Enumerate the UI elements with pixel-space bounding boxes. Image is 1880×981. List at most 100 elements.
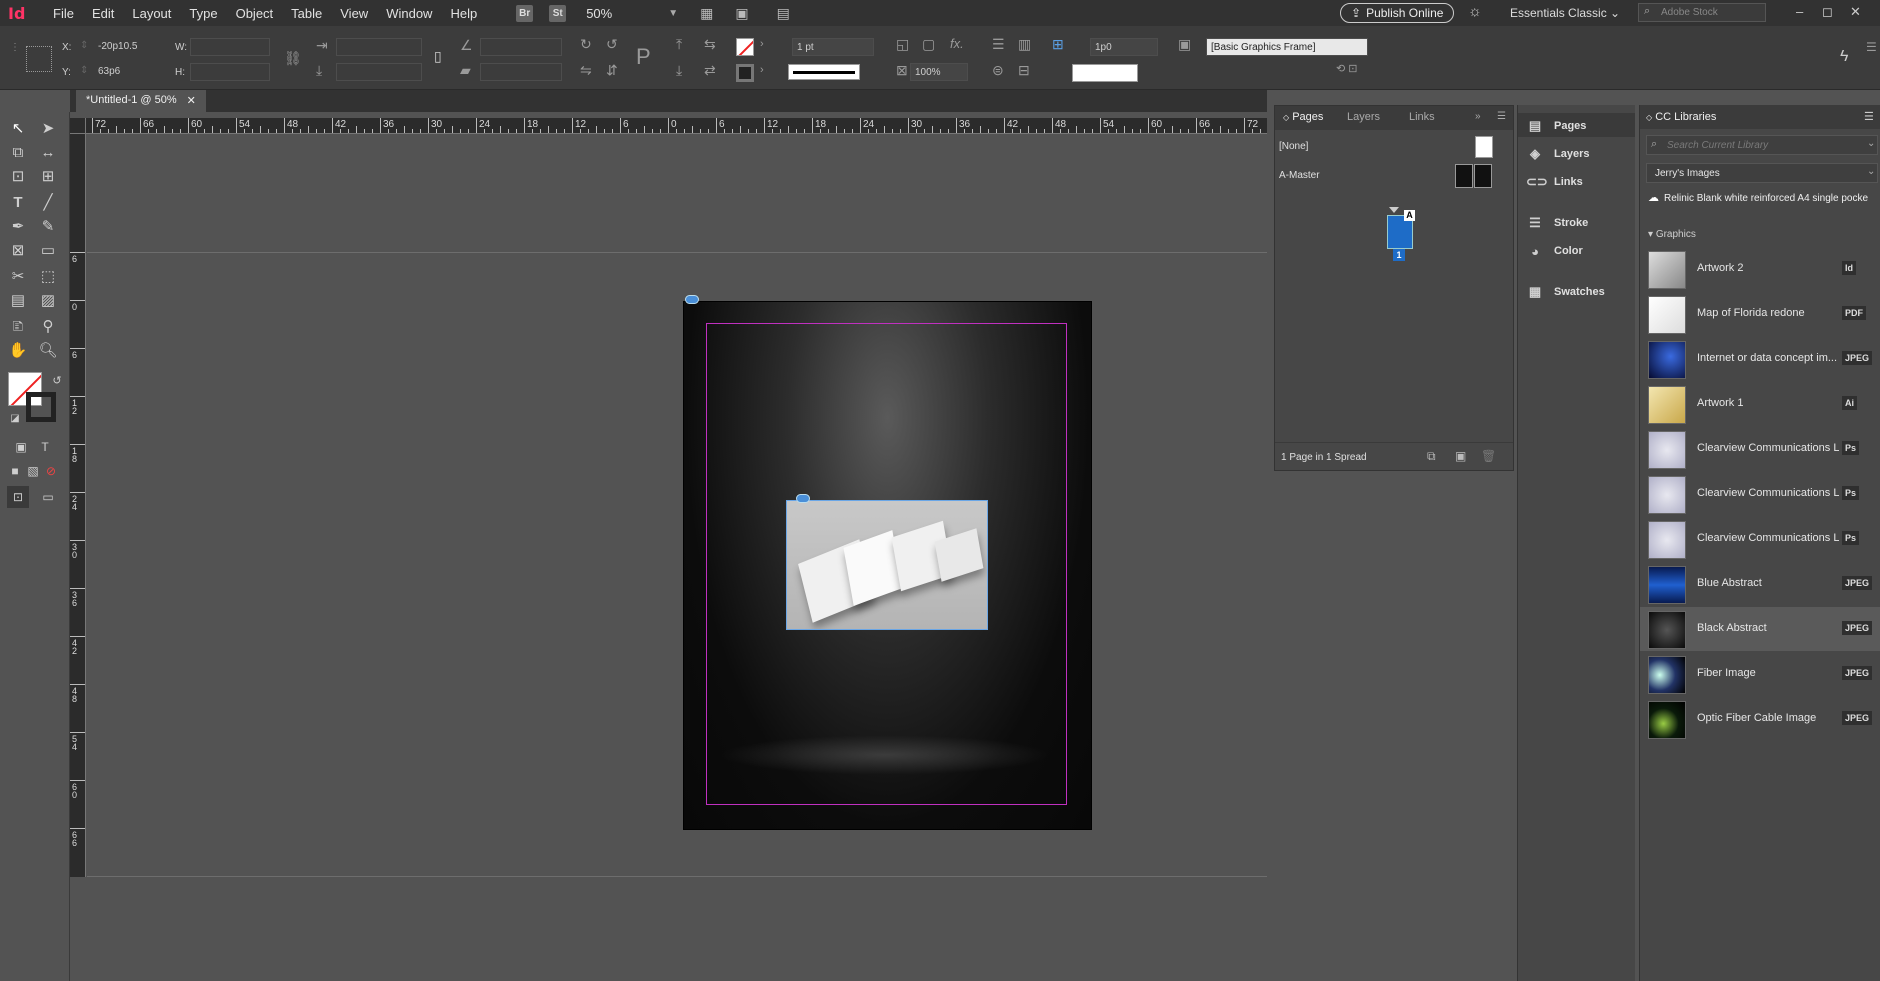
minimize-icon[interactable]: –: [1796, 4, 1803, 19]
constrain-proportions-icon[interactable]: ⛓: [284, 50, 302, 67]
selection-tool-icon[interactable]: ↖: [7, 118, 29, 140]
menu-table[interactable]: Table: [282, 6, 331, 21]
x-field[interactable]: -20p10.5: [94, 38, 166, 56]
menu-view[interactable]: View: [331, 6, 377, 21]
content-placer-icon[interactable]: ⊞: [37, 166, 59, 188]
select-next-icon[interactable]: ⇄: [704, 62, 716, 79]
default-colors-icon[interactable]: ◪: [4, 408, 26, 430]
text-wrap-bbox-icon[interactable]: ▥: [1018, 36, 1031, 53]
maximize-icon[interactable]: ◻: [1822, 4, 1833, 20]
rotate-angle-field[interactable]: [480, 38, 562, 56]
dock-pages[interactable]: ▤ Pages: [1526, 115, 1587, 137]
stroke-chevron-icon[interactable]: ›: [760, 64, 764, 76]
gap-field[interactable]: 1p0: [1090, 38, 1158, 56]
sync-status-item[interactable]: Relinic Blank white reinforced A4 single…: [1664, 193, 1880, 204]
dock-stroke[interactable]: ☰ Stroke: [1526, 212, 1588, 234]
library-item[interactable]: Clearview Communications L... Ps: [1640, 472, 1880, 516]
scale-x-field[interactable]: [336, 38, 422, 56]
library-chevron-icon[interactable]: ⌄: [1867, 166, 1875, 177]
library-item[interactable]: Artwork 2 Id: [1640, 247, 1880, 291]
stroke-weight-field[interactable]: 1 pt: [792, 38, 874, 56]
a-master-label[interactable]: A-Master: [1279, 170, 1320, 181]
width-field[interactable]: [190, 38, 270, 56]
note-tool-icon[interactable]: 🗈: [7, 316, 29, 338]
panel-collapse-icon[interactable]: »: [1475, 111, 1481, 122]
library-item[interactable]: Internet or data concept im... JPEG: [1640, 337, 1880, 381]
text-wrap-none-icon[interactable]: ☰: [992, 36, 1005, 53]
drop-shadow-icon[interactable]: ◱: [896, 36, 909, 53]
flip-horizontal-icon[interactable]: ⇋: [580, 62, 592, 79]
menu-edit[interactable]: Edit: [83, 6, 123, 21]
stock-button[interactable]: St: [549, 4, 567, 22]
library-item[interactable]: Map of Florida redone PDF: [1640, 292, 1880, 336]
reference-point-icon[interactable]: [26, 46, 52, 72]
edit-page-size-icon[interactable]: ⧉: [1427, 449, 1436, 464]
rotate-ccw-icon[interactable]: ↺: [606, 36, 618, 53]
content-collector-icon[interactable]: ⊡: [7, 166, 29, 188]
preview-view-icon[interactable]: ▭: [37, 486, 59, 508]
menu-window[interactable]: Window: [377, 6, 441, 21]
scissors-tool-icon[interactable]: ✂: [7, 266, 29, 288]
master-none-label[interactable]: [None]: [1279, 141, 1308, 152]
a-master-right-thumbnail[interactable]: [1474, 164, 1492, 188]
document-tab[interactable]: *Untitled-1 @ 50% ✕: [76, 90, 206, 112]
fill-chevron-icon[interactable]: ›: [760, 38, 764, 50]
style-options-icon[interactable]: ⟲ ⊡: [1336, 62, 1358, 75]
tab-pages[interactable]: ◇ Pages: [1283, 111, 1323, 123]
library-select[interactable]: Jerry's Images ⌄: [1646, 163, 1878, 183]
opacity-field[interactable]: 100%: [910, 63, 968, 81]
library-item[interactable]: Clearview Communications L... Ps: [1640, 517, 1880, 561]
scale-y-field[interactable]: [336, 63, 422, 81]
dock-links[interactable]: ⊂⊃ Links: [1526, 171, 1583, 193]
selection-p-icon[interactable]: P: [636, 44, 651, 70]
screen-mode-icon[interactable]: ▣: [735, 5, 748, 22]
dock-layers[interactable]: ◈ Layers: [1526, 143, 1589, 165]
stroke-swatch[interactable]: [736, 64, 754, 82]
flip-vertical-icon[interactable]: ⇵: [606, 62, 618, 79]
libraries-menu-icon[interactable]: ☰: [1864, 110, 1874, 123]
new-page-icon[interactable]: ▣: [1455, 449, 1466, 463]
panel-menu-icon[interactable]: ☰: [1497, 111, 1506, 122]
graphics-section-header[interactable]: ▾ Graphics: [1648, 229, 1696, 240]
select-container-icon[interactable]: ⤒: [676, 36, 682, 53]
placed-image-frame[interactable]: [786, 500, 988, 630]
corner-options-icon[interactable]: ▢: [922, 36, 935, 53]
gradient-feather-tool-icon[interactable]: ▨: [37, 290, 59, 312]
library-item[interactable]: Optic Fiber Cable Image JPEG: [1640, 697, 1880, 741]
fill-none-swatch[interactable]: [736, 38, 754, 56]
text-wrap-jump-icon[interactable]: ⊟: [1018, 62, 1030, 79]
a-master-left-thumbnail[interactable]: [1455, 164, 1473, 188]
library-search-input[interactable]: ⌕ Search Current Library ⌄: [1646, 135, 1878, 155]
tab-links[interactable]: Links: [1409, 111, 1435, 123]
adobe-stock-search-input[interactable]: ⌕ Adobe Stock: [1638, 3, 1766, 22]
select-content-icon[interactable]: ⤓: [676, 62, 682, 79]
menu-layout[interactable]: Layout: [123, 6, 180, 21]
free-transform-tool-icon[interactable]: ⬚: [37, 266, 59, 288]
library-item[interactable]: Black Abstract JPEG: [1640, 607, 1880, 651]
effects-fx-icon[interactable]: fx.: [950, 36, 964, 51]
menu-object[interactable]: Object: [227, 6, 283, 21]
workspace-switcher[interactable]: Essentials Classic ⌄: [1510, 6, 1620, 20]
zoom-tool-icon[interactable]: 🔍︎: [37, 340, 59, 362]
panel-menu-icon[interactable]: ☰: [1866, 40, 1877, 54]
menu-type[interactable]: Type: [180, 6, 226, 21]
formatting-text-icon[interactable]: T: [34, 436, 56, 458]
rotate-cw-icon[interactable]: ↻: [580, 36, 592, 53]
swap-fill-stroke-icon[interactable]: ↺: [46, 370, 68, 392]
eyedropper-tool-icon[interactable]: ⚲: [37, 316, 59, 338]
line-tool-icon[interactable]: ╱: [37, 192, 59, 214]
menu-file[interactable]: File: [44, 6, 83, 21]
rectangle-frame-tool-icon[interactable]: ⊠: [7, 240, 29, 262]
image-link-badge-icon[interactable]: [796, 494, 810, 503]
tab-layers[interactable]: Layers: [1347, 111, 1380, 123]
stroke-type-dropdown[interactable]: [788, 64, 860, 80]
page-link-badge-icon[interactable]: [685, 295, 699, 304]
direct-selection-tool-icon[interactable]: ➤: [37, 118, 59, 140]
zoom-level-dropdown[interactable]: 50%: [586, 6, 646, 21]
formatting-container-icon[interactable]: ▣: [10, 436, 32, 458]
lightbulb-icon[interactable]: ☼: [1468, 3, 1482, 20]
constrain-scale-icon[interactable]: ▯: [434, 48, 442, 65]
library-item[interactable]: Clearview Communications L... Ps: [1640, 427, 1880, 471]
view-options-icon[interactable]: ▦: [700, 5, 713, 22]
stroke-swatch-tool[interactable]: [26, 392, 56, 422]
